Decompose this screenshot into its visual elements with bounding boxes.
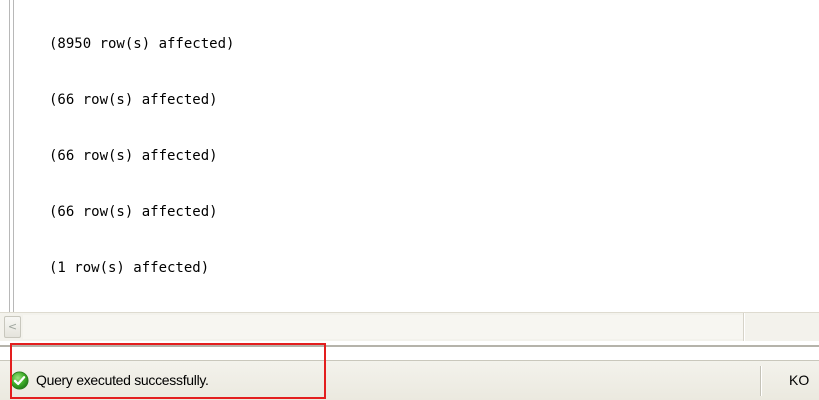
message-line: (66 row(s) affected) bbox=[49, 148, 218, 164]
success-check-icon bbox=[10, 371, 29, 390]
separator-line bbox=[0, 345, 819, 347]
message-line: (8950 row(s) affected) bbox=[49, 36, 235, 52]
status-pane-query: Query executed successfully. bbox=[4, 365, 756, 395]
message-line: (66 row(s) affected) bbox=[49, 204, 218, 220]
query-results-window: (8950 row(s) affected) (66 row(s) affect… bbox=[0, 0, 819, 400]
messages-pane[interactable]: (8950 row(s) affected) (66 row(s) affect… bbox=[16, 0, 816, 312]
scrollbar-track[interactable] bbox=[23, 315, 743, 339]
gutter-line-left bbox=[9, 0, 10, 312]
horizontal-scrollbar[interactable]: < bbox=[0, 312, 819, 342]
message-line: (66 row(s) affected) bbox=[49, 92, 218, 108]
gutter-line-right bbox=[13, 0, 14, 312]
message-line: (1 row(s) affected) bbox=[49, 260, 210, 276]
server-name: KO bbox=[789, 372, 810, 388]
status-bar: Query executed successfully. KO bbox=[0, 360, 819, 400]
scroll-left-button[interactable]: < bbox=[4, 316, 21, 338]
pane-separator[interactable] bbox=[0, 341, 819, 361]
status-message: Query executed successfully. bbox=[36, 372, 209, 388]
scrollbar-divider bbox=[743, 313, 745, 342]
status-pane-divider bbox=[760, 366, 761, 396]
